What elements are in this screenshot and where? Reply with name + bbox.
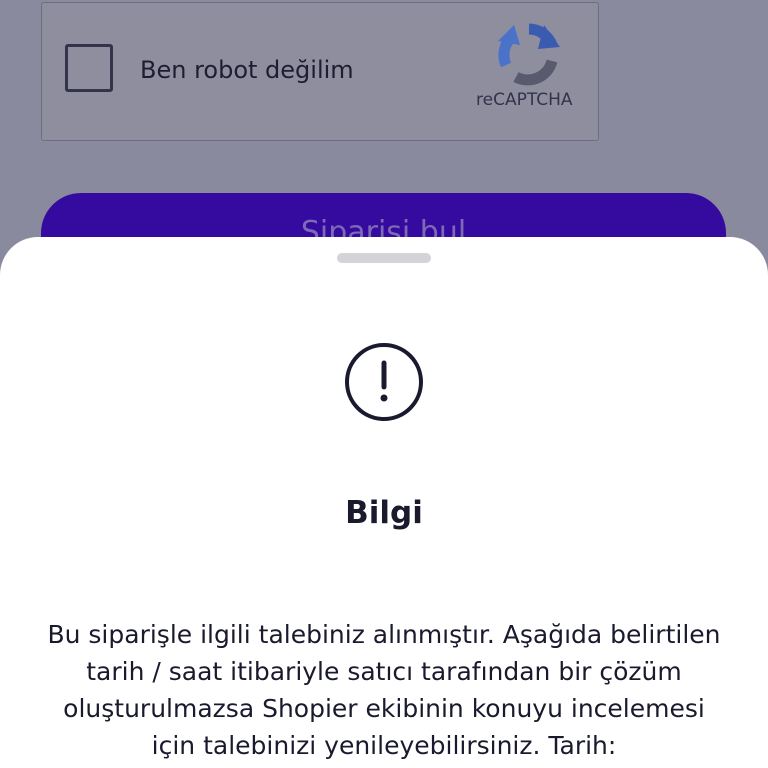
recaptcha-checkbox[interactable] [65,44,113,92]
info-bottom-sheet: Bilgi Bu siparişle ilgili talebiniz alın… [0,237,768,768]
recaptcha-widget: Ben robot değilim reCAPTCHA [41,2,599,141]
exclamation-circle-icon [345,343,423,421]
drag-handle[interactable] [337,253,431,263]
recaptcha-logo-icon [498,23,560,86]
recaptcha-brand: reCAPTCHA [476,90,573,110]
recaptcha-label: Ben robot değilim [140,56,354,84]
sheet-title: Bilgi [345,495,423,531]
screen: Ben robot değilim reCAPTCHA Siparişi bul… [0,0,768,768]
sheet-message: Bu siparişle ilgili talebiniz alınmıştır… [47,620,721,760]
